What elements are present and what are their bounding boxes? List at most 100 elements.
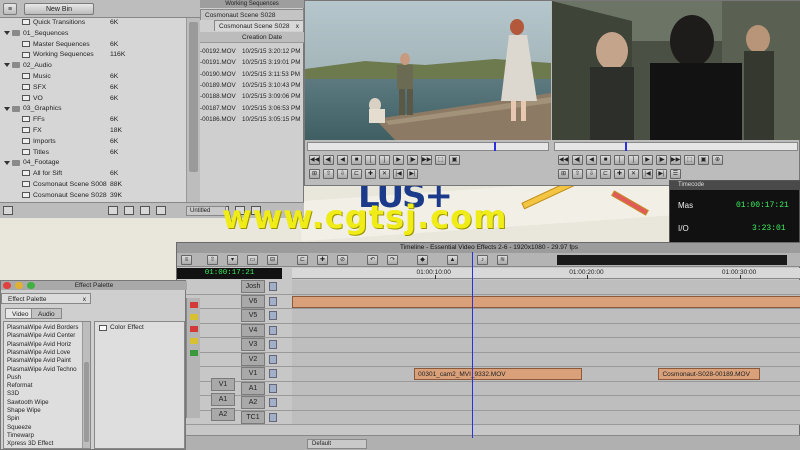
zoom-window-icon[interactable] (27, 282, 35, 289)
source-position-bar[interactable] (307, 142, 549, 151)
record-mark-in-icon[interactable]: [ (614, 155, 625, 165)
lift-icon[interactable]: ⇧ (323, 169, 334, 179)
clip-row[interactable]: -00191.MOV 10/25/15 3:19:01 PM (200, 57, 304, 68)
track-body[interactable] (292, 309, 800, 323)
track-body[interactable] (292, 410, 800, 424)
record-position-indicator[interactable] (625, 142, 627, 151)
toolbar-mixer-icon[interactable]: ≋ (497, 255, 508, 265)
creation-date-header[interactable]: Creation Date (242, 32, 282, 43)
record-extra-icon[interactable]: ⊕ (712, 155, 723, 165)
record-monitor[interactable] (552, 1, 800, 140)
effect-category-item[interactable]: PlasmaWipe Avid Borders (7, 324, 78, 332)
storyboard-view-icon[interactable] (156, 206, 166, 215)
track-label[interactable]: V5 (241, 309, 265, 322)
disclosure-triangle-icon[interactable] (4, 63, 10, 68)
timeline-view-select[interactable]: Default (307, 439, 367, 449)
disclosure-triangle-icon[interactable] (4, 31, 10, 35)
clip-row[interactable]: -00192.MOV 10/25/15 3:20:12 PM (200, 46, 304, 57)
scene-bin-tab-2[interactable]: Cosmonaut Scene S028 x (214, 20, 304, 31)
track-lock-icon[interactable] (269, 282, 277, 291)
track-body[interactable] (292, 352, 800, 366)
bin-folder-row[interactable]: 03_Graphics (0, 104, 186, 115)
effect-category-item[interactable]: Timewarp (7, 432, 34, 440)
record-go-to-in-icon[interactable]: |◀ (642, 169, 653, 179)
effect-category-item[interactable]: Squeeze (7, 424, 31, 432)
source-track-v1[interactable]: V1 (211, 378, 235, 391)
close-icon[interactable]: x (296, 21, 299, 31)
scene-bin-tab-1[interactable]: Cosmonaut Scene S028 (200, 9, 304, 20)
effect-category-item[interactable]: PlasmaWipe Avid Center (7, 332, 75, 340)
effect-category-item[interactable]: Sawtooth Wipe (7, 399, 49, 407)
bin-item-row[interactable]: Titles 6K (0, 148, 186, 159)
go-to-out-icon[interactable]: ▶| (407, 169, 418, 179)
track-label[interactable]: V4 (241, 323, 265, 337)
clip-row[interactable]: -00190.MOV 10/25/15 3:11:53 PM (200, 69, 304, 80)
clip-row[interactable]: -00189.MOV 10/25/15 3:10:43 PM (200, 80, 304, 91)
bin-scroll-thumb[interactable] (189, 22, 198, 172)
clear-marks-icon[interactable]: ✕ (379, 169, 390, 179)
bin-view-select[interactable]: Untitled (186, 206, 226, 216)
go-to-in-icon[interactable]: |◀ (393, 169, 404, 179)
track-body[interactable] (292, 280, 800, 294)
bin-item-row[interactable]: Cosmonaut Scene S028 39K (0, 191, 186, 202)
toolbar-forbidden-icon[interactable]: ⊘ (337, 255, 348, 265)
effect-category-item[interactable]: PlasmaWipe Avid Techno (7, 366, 77, 374)
bin-menu-icon[interactable]: ≡ (3, 3, 17, 15)
bin-scrollbar[interactable] (186, 18, 200, 202)
overwrite-icon[interactable]: ▣ (449, 155, 460, 165)
track-label[interactable]: TC1 (241, 410, 265, 424)
track-body[interactable] (292, 338, 800, 352)
bin-folder-row[interactable]: 01_Sequences (0, 29, 186, 40)
track-lock-icon[interactable] (269, 311, 277, 320)
timeline-current-timecode[interactable]: 01:00:17:21 (177, 268, 282, 279)
toolbar-splice-icon[interactable]: ▭ (247, 255, 258, 265)
mark-out-icon[interactable]: ] (379, 155, 390, 165)
record-play-reverse-icon[interactable]: ◀ (586, 155, 597, 165)
track-lock-icon[interactable] (269, 412, 277, 422)
bin-folder-row[interactable]: 04_Footage (0, 158, 186, 169)
record-step-back-icon[interactable]: ◀| (572, 155, 583, 165)
stop-icon[interactable]: ■ (351, 155, 362, 165)
track-label[interactable]: A2 (241, 396, 265, 409)
track-label[interactable]: V3 (241, 338, 265, 351)
record-position-bar[interactable] (554, 142, 798, 151)
track-body[interactable] (292, 323, 800, 337)
effect-item-color-effect[interactable]: Color Effect (110, 324, 144, 331)
track-body[interactable]: 00301_cam2_MVI_9332.MOV Cosmonaut-S028-00… (292, 367, 800, 381)
bin-item-row[interactable]: Working Sequences 116K (0, 50, 186, 61)
toolbar-lift-icon[interactable]: ⇧ (207, 255, 218, 265)
bin-item-row[interactable]: SFX 6K (0, 83, 186, 94)
track-lock-icon[interactable] (269, 296, 277, 306)
fast-forward-icon[interactable]: ▶▶ (421, 155, 432, 165)
timeline-clip[interactable]: Cosmonaut-S028-00189.MOV (658, 368, 761, 380)
tab-audio[interactable]: Audio (31, 308, 62, 319)
frame-view-icon[interactable] (124, 206, 134, 215)
record-stop-icon[interactable]: ■ (600, 155, 611, 165)
track-label[interactable]: Josh (241, 280, 265, 293)
match-frame-icon[interactable]: ⊞ (309, 169, 320, 179)
bin-item-row[interactable]: VO 6K (0, 94, 186, 105)
effect-category-item[interactable]: PlasmaWipe Avid Love (7, 349, 70, 357)
bin-item-row[interactable]: FX 18K (0, 126, 186, 137)
yellow-tool-icon-2[interactable] (190, 338, 198, 344)
play-icon[interactable]: ▶ (393, 155, 404, 165)
source-monitor[interactable] (305, 1, 551, 140)
yellow-tool-icon[interactable] (190, 314, 198, 320)
add-edit-icon[interactable]: ✚ (365, 169, 376, 179)
disclosure-triangle-icon[interactable] (4, 106, 10, 111)
track-label[interactable]: V6 (241, 294, 265, 308)
bin-item-row[interactable]: Imports 6K (0, 137, 186, 148)
record-splice-icon[interactable]: ⬚ (684, 155, 695, 165)
mark-in-icon[interactable]: [ (365, 155, 376, 165)
text-view-icon[interactable] (108, 206, 118, 215)
disclosure-triangle-icon[interactable] (4, 160, 10, 165)
record-settings-icon[interactable]: ☰ (670, 169, 681, 179)
toolbar-add-edit-icon[interactable]: ✚ (317, 255, 328, 265)
track-body[interactable] (292, 381, 800, 395)
timeline-playhead[interactable] (471, 252, 473, 438)
record-rewind-icon[interactable]: ◀◀ (558, 155, 569, 165)
bin-item-row[interactable]: Cosmonaut Scene S008 88K (0, 180, 186, 191)
record-lift-icon[interactable]: ⇧ (572, 169, 583, 179)
effect-category-list[interactable]: PlasmaWipe Avid Borders PlasmaWipe Avid C… (3, 321, 91, 449)
effect-category-item[interactable]: Reformat (7, 382, 32, 390)
